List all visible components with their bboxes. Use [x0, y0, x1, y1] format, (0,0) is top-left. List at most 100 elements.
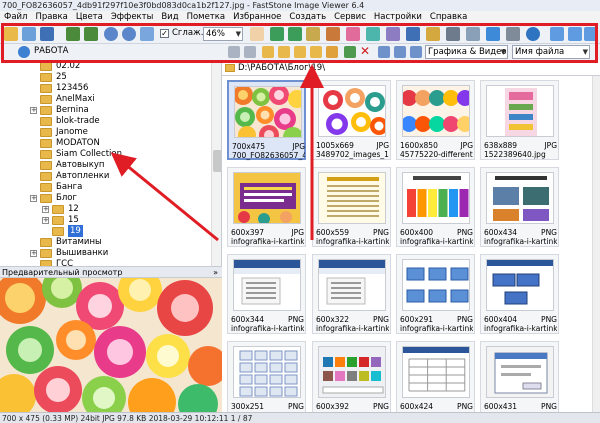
thumbnail-type: PNG [541, 402, 557, 411]
color-adjust-icon[interactable] [346, 27, 360, 41]
thumbnail-meta: 638x889 JPG [484, 141, 557, 150]
back-icon[interactable] [228, 46, 240, 58]
tree-expander-icon[interactable]: + [42, 206, 49, 213]
path-bar[interactable]: D:\РАБОТА\Блог\19\ [222, 60, 600, 76]
crop-icon[interactable] [306, 27, 320, 41]
thumbnail-tile[interactable]: 600x322 PNGinfografika-i-kartinki... [312, 254, 391, 334]
thumbnail-type: JPG [376, 141, 389, 150]
tree-scrollbar[interactable] [211, 60, 221, 266]
help-icon[interactable] [526, 27, 540, 41]
folder-new-icon[interactable] [278, 46, 290, 58]
thumbnail-type: PNG [373, 228, 389, 237]
print-icon[interactable] [446, 27, 460, 41]
thumbnail-tile[interactable]: 600x400 PNGinfografika-i-kartinki... [396, 167, 475, 247]
zoom-out-icon[interactable] [122, 27, 136, 41]
details-view-icon[interactable] [410, 46, 422, 58]
open-file-icon[interactable] [4, 27, 18, 41]
tree-expander-icon[interactable]: + [42, 217, 49, 224]
thumbnail-name: infografika-i-kartinki... [484, 237, 557, 246]
thumbnail-image [318, 346, 386, 398]
tree-item[interactable]: ГСС [0, 258, 210, 266]
tree-expander-icon[interactable]: + [30, 107, 37, 114]
actual-size-icon[interactable] [140, 27, 154, 41]
thumbnail-meta: 1600x850 JPG [400, 141, 473, 150]
thumbnail-type: JPG [460, 141, 473, 150]
thumbnail-tile[interactable]: 600x559 PNGinfografika-i-kartinki... [312, 167, 391, 247]
thumbnail-name: 45775220-different-f... [400, 150, 473, 159]
menu-item[interactable]: Справка [426, 11, 471, 24]
browse-icon[interactable] [22, 27, 36, 41]
thumbnail-size: 600x559 [316, 228, 350, 237]
scanner-icon[interactable] [466, 27, 480, 41]
menu-item[interactable]: Создать [285, 11, 330, 24]
move-to-icon[interactable] [310, 46, 322, 58]
settings-icon[interactable] [506, 27, 520, 41]
prev-image-icon[interactable] [66, 27, 80, 41]
screen-capture-icon[interactable] [486, 27, 500, 41]
menu-item[interactable]: Сервис [330, 11, 370, 24]
grid-scrollbar[interactable] [592, 76, 600, 412]
thumbnail-meta: 600x397 JPG [231, 228, 304, 237]
email-icon[interactable] [426, 27, 440, 41]
thumbnail-tile[interactable]: 700x475 JPG700_FO82636057_4d... [227, 80, 306, 160]
layout-1-icon[interactable] [550, 27, 564, 41]
effects-icon[interactable] [366, 27, 380, 41]
copy-to-icon[interactable] [294, 46, 306, 58]
folder-icon[interactable] [262, 46, 274, 58]
tree-expander-icon[interactable]: + [30, 195, 37, 202]
thumbnail-image [402, 85, 470, 137]
menu-item[interactable]: Файл [0, 11, 31, 24]
file-filter-select[interactable]: Графика & Видео ▼ [425, 45, 508, 59]
compare-icon[interactable] [386, 27, 400, 41]
rotate-right-icon[interactable] [288, 27, 302, 41]
thumbnail-tile[interactable]: 600x392 PNG [312, 341, 391, 412]
tree-scroll-thumb[interactable] [213, 150, 221, 172]
thumbnail-tile[interactable]: 600x397 JPGinfografika-i-kartinki... [227, 167, 306, 247]
thumbnail-tile[interactable]: 300x251 PNG [227, 341, 306, 412]
thumbnail-name: infografika-i-kartinki... [231, 237, 304, 246]
thumbnail-tile[interactable]: 600x424 PNG [396, 341, 475, 412]
thumbnail-tile[interactable]: 1600x850 JPG45775220-different-f... [396, 80, 475, 160]
thumbnail-tile[interactable]: 600x434 PNGinfografika-i-kartinki... [480, 167, 559, 247]
thumb-view-icon[interactable] [378, 46, 390, 58]
hand-tool-icon[interactable] [250, 27, 264, 41]
menu-item[interactable]: Избранное [229, 11, 285, 24]
sort-select[interactable]: Имя файла ▼ [512, 45, 590, 59]
thumbnail-tile[interactable]: 600x344 PNGinfografika-i-kartinki... [227, 254, 306, 334]
thumbnail-tile[interactable]: 600x291 PNGinfografika-i-kartinki... [396, 254, 475, 334]
zoom-select[interactable]: 46% ▼ [203, 27, 243, 41]
main-toolbar: ✓ Сглаж. 46% ▼ [0, 24, 600, 44]
forward-icon[interactable] [244, 46, 256, 58]
save-icon[interactable] [40, 27, 54, 41]
menu-item[interactable]: Эффекты [107, 11, 158, 24]
rotate-left-icon[interactable] [270, 27, 284, 41]
menu-item[interactable]: Правка [31, 11, 71, 24]
layout-2-icon[interactable] [568, 27, 582, 41]
smooth-checkbox[interactable]: ✓ [160, 29, 169, 38]
next-image-icon[interactable] [84, 27, 98, 41]
menu-item[interactable]: Настройки [370, 11, 426, 24]
thumbnail-meta: 600x434 PNG [484, 228, 557, 237]
thumbnail-size: 600x424 [400, 402, 434, 411]
favorites-icon[interactable] [326, 46, 338, 58]
list-view-icon[interactable] [394, 46, 406, 58]
menu-item[interactable]: Вид [157, 11, 182, 24]
thumbnail-tile[interactable]: 638x889 JPG 1522389640.jpg [480, 80, 559, 160]
layout-3-icon[interactable] [584, 27, 598, 41]
slideshow-icon[interactable] [406, 27, 420, 41]
folder-up-icon[interactable] [18, 46, 30, 58]
thumbnail-tile[interactable]: 1005x669 JPG3489702_images_18... [312, 80, 391, 160]
resize-icon[interactable] [326, 27, 340, 41]
menu-item[interactable]: Пометка [183, 11, 230, 24]
thumbnail-tile[interactable]: 600x404 PNGinfografika-i-kartinki... [480, 254, 559, 334]
tree-expander-icon[interactable]: + [30, 250, 37, 257]
zoom-in-icon[interactable] [104, 27, 118, 41]
faststone-window: 700_FO82636057_4db91f297f10e3f0bd083d0ca… [0, 0, 600, 423]
thumbnail-tile[interactable]: 600x431 PNG [480, 341, 559, 412]
refresh-icon[interactable] [344, 46, 356, 58]
thumbnail-type: PNG [373, 402, 389, 411]
menu-item[interactable]: Цвета [72, 11, 107, 24]
delete-icon[interactable]: ✕ [360, 44, 370, 58]
folder-icon [40, 73, 52, 82]
folder-selector[interactable]: РАБОТА [34, 46, 68, 56]
